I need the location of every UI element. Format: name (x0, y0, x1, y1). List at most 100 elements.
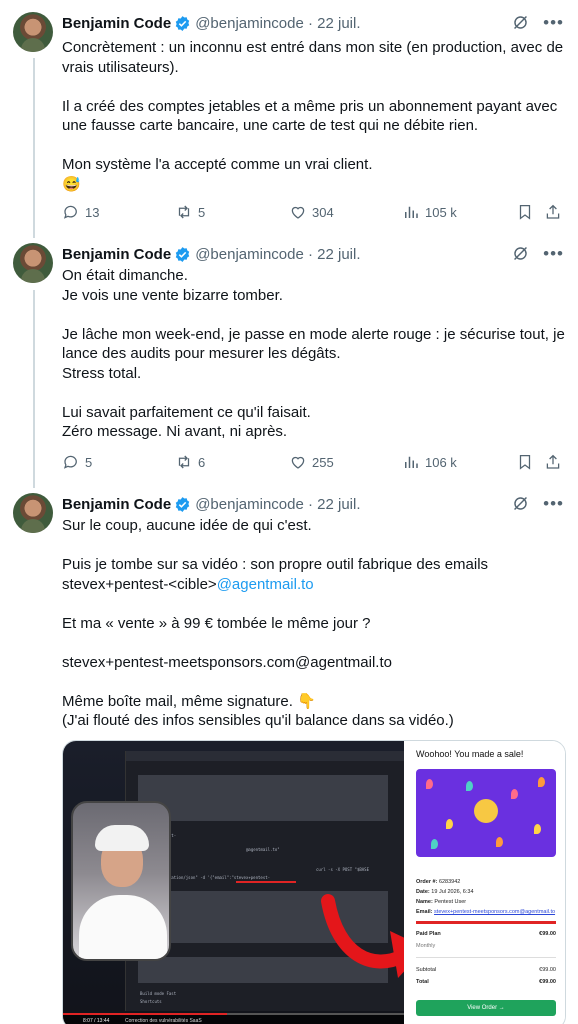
tweet-paragraph (62, 633, 566, 653)
more-options-icon[interactable]: ••• (543, 14, 564, 31)
author-name[interactable]: Benjamin Code (62, 496, 171, 513)
avatar[interactable] (13, 243, 53, 283)
like-count: 255 (312, 454, 334, 470)
subtotal-label: Subtotal (416, 967, 437, 973)
agentmail-link[interactable]: @agentmail.to (217, 576, 314, 593)
tweet-actions: 13 5 304 105 k (62, 202, 566, 222)
tweet-paragraph: Stress total. (62, 364, 142, 382)
views-count: 105 k (425, 204, 457, 220)
date-label: Date: (416, 889, 430, 895)
verified-badge-icon (175, 246, 190, 262)
author-handle[interactable]: @benjamincode · 22 juil. (195, 15, 360, 32)
tweet-header: Benjamin Code @benjamincode · 22 juil. (62, 493, 361, 515)
email-label: Email: (416, 909, 433, 915)
verified-badge-icon (175, 496, 190, 512)
author-handle[interactable]: @benjamincode · 22 juil. (195, 496, 360, 513)
red-underline (416, 921, 556, 924)
avatar[interactable] (13, 12, 53, 52)
webcam-overlay (71, 801, 171, 961)
presenter-cap (95, 825, 149, 851)
tweet-paragraph: (J'ai flouté des infos sensibles qu'il b… (62, 712, 454, 729)
terminal-line: @agentmail.to" (246, 847, 280, 852)
customer-name-row: Name: Pentest User (416, 897, 555, 907)
order-label: Order #: (416, 879, 438, 885)
views-button[interactable]: 106 k (402, 452, 457, 472)
subtotal-value: €99.00 (539, 967, 556, 973)
like-button[interactable]: 255 (289, 452, 334, 472)
confetti (538, 777, 545, 787)
grok-icon[interactable] (512, 14, 529, 31)
receipt-title: Woohoo! You made a sale! (416, 749, 524, 759)
reply-button[interactable]: 13 (62, 202, 99, 222)
plan-period-row: Monthly (416, 943, 556, 949)
retweet-icon (178, 205, 190, 219)
tweet-actions: 5 6 255 106 k (62, 452, 566, 472)
more-options-icon[interactable]: ••• (543, 495, 564, 512)
tweet[interactable]: Benjamin Code @benjamincode · 22 juil. •… (0, 0, 578, 236)
tweet-paragraph (62, 77, 566, 97)
reply-icon (63, 455, 77, 469)
plan-period: Monthly (416, 943, 436, 949)
tweet-paragraph: Je vois une vente bizarre tomber. (62, 286, 283, 304)
order-date-row: Date: 19 Jul 2026, 6:34 (416, 887, 555, 897)
tweet-paragraph (62, 672, 566, 692)
video-chapter: Correction des vulnérabilités SaaS (125, 1018, 202, 1024)
tweet-paragraph: Et ma « vente » à 99 € tombée le même jo… (62, 614, 371, 632)
tweet-paragraph (62, 594, 566, 614)
email-pattern-text: stevex+pentest-<cible> (62, 575, 217, 593)
tweet-text: On était dimanche. Je vois une vente biz… (62, 266, 566, 442)
tweet[interactable]: Benjamin Code @benjamincode · 22 juil. •… (0, 236, 578, 486)
total-row: Total €99.00 (416, 979, 556, 985)
tweet-paragraph-email: stevex+pentest-<cible>@agentmail.to (62, 575, 566, 595)
views-button[interactable]: 105 k (402, 202, 457, 222)
confetti (511, 789, 518, 799)
presenter-shirt (79, 895, 167, 959)
progress-fill (63, 1013, 227, 1015)
like-count: 304 (312, 204, 334, 220)
tweet-paragraph: Il a créé des comptes jetables et a même… (62, 97, 558, 135)
customer-email: stevex+pentest-meetsponsors.com@agentmai… (434, 909, 556, 915)
subtotal-row: Subtotal €99.00 (416, 967, 556, 973)
tweet-paragraph: Sur le coup, aucune idée de qui c'est. (62, 517, 312, 534)
blurred-block (138, 775, 388, 821)
tweet-paragraph: Même boîte mail, même signature. 👇 (62, 692, 316, 710)
celebration-image (416, 769, 556, 857)
reply-button[interactable]: 5 (62, 452, 92, 472)
terminal-titlebar (126, 751, 404, 761)
tweet-text: Concrètement : un inconnu est entré dans… (62, 38, 566, 194)
confetti (496, 837, 503, 847)
terminal-line: Build mode Fast (140, 991, 177, 996)
reply-count: 5 (85, 454, 93, 470)
tweet-media[interactable]: stevex+pentest- @agentmail.to" curl -s -… (62, 740, 566, 1024)
share-icon[interactable] (544, 453, 562, 471)
divider (416, 957, 556, 958)
video-player[interactable]: stevex+pentest- @agentmail.to" curl -s -… (63, 741, 426, 1024)
name-label: Name: (416, 899, 433, 905)
bookmark-icon[interactable] (516, 203, 534, 221)
retweet-button[interactable]: 5 (175, 202, 205, 222)
author-name[interactable]: Benjamin Code (62, 15, 171, 32)
order-details: Order #: 6283942 Date: 19 Jul 2026, 6:34… (416, 877, 555, 917)
grok-icon[interactable] (512, 245, 529, 262)
tweet-paragraph: Mon système l'a accepté comme un vrai cl… (62, 156, 373, 173)
plan-price: €99.00 (539, 931, 556, 937)
like-button[interactable]: 304 (289, 202, 334, 222)
video-controls[interactable]: 8:07 / 13:44 Correction des vulnérabilit… (63, 1013, 404, 1024)
tweet-paragraph: Lui savait parfaitement ce qu'il faisait… (62, 403, 311, 421)
grok-icon[interactable] (512, 495, 529, 512)
view-order-button[interactable]: View Order → (416, 1000, 556, 1016)
tweet-header: Benjamin Code @benjamincode · 22 juil. (62, 243, 361, 265)
video-time: 8:07 / 13:44 (83, 1018, 110, 1024)
header-actions: ••• (512, 14, 564, 31)
tweet-paragraph: Puis je tombe sur sa vidéo : son propre … (62, 556, 489, 573)
author-name[interactable]: Benjamin Code (62, 246, 171, 263)
views-icon (405, 206, 418, 218)
avatar[interactable] (13, 493, 53, 533)
more-options-icon[interactable]: ••• (543, 245, 564, 262)
author-handle[interactable]: @benjamincode · 22 juil. (195, 246, 360, 263)
confetti (446, 819, 453, 829)
share-icon[interactable] (544, 203, 562, 221)
bookmark-icon[interactable] (516, 453, 534, 471)
heart-icon (291, 206, 305, 219)
retweet-button[interactable]: 6 (175, 452, 205, 472)
